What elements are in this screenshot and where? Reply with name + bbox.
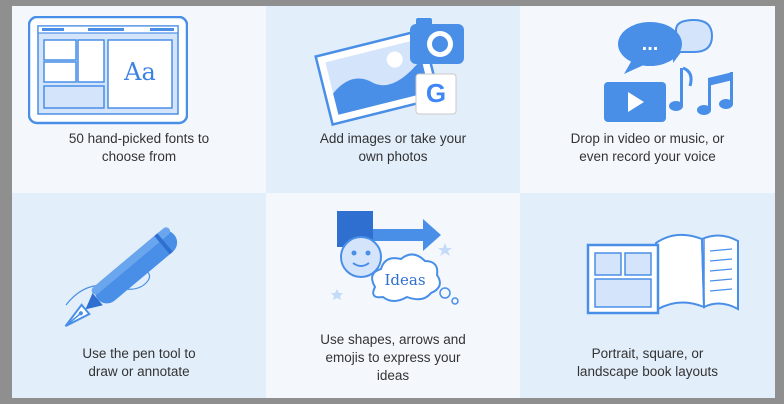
feature-card-shapes: Ideas Use shapes, arrows and emojis to e… [266, 193, 520, 398]
svg-text:Ideas: Ideas [384, 271, 425, 289]
feature-caption-shapes: Use shapes, arrows and emojis to express… [320, 332, 466, 383]
feature-grid: Aa 50 hand-picked fonts to choose from G… [12, 6, 775, 398]
feature-caption-media: Drop in video or music, or even record y… [570, 131, 725, 164]
feature-caption-pen: Use the pen tool to draw or annotate [82, 346, 196, 379]
feature-card-pen: Use the pen tool to draw or annotate [12, 193, 266, 398]
svg-text:Aa: Aa [123, 58, 156, 86]
svg-text:G: G [426, 78, 446, 108]
feature-card-fonts: Aa 50 hand-picked fonts to choose from [12, 6, 266, 193]
feature-caption-layouts: Portrait, square, or landscape book layo… [576, 346, 719, 379]
feature-card-images: G Add images or take your own photos [266, 6, 520, 193]
feature-card-layouts: Portrait, square, or landscape book layo… [520, 193, 775, 398]
book-layouts-icon [586, 233, 739, 315]
feature-caption-fonts: 50 hand-picked fonts to choose from [68, 131, 210, 164]
feature-caption-images: Add images or take your own photos [319, 131, 467, 164]
photo-camera-google-icon: G [314, 18, 464, 126]
fountain-pen-icon [64, 227, 178, 328]
svg-text:...: ... [642, 33, 659, 55]
fonts-window-icon: Aa [28, 16, 188, 125]
video-music-chat-icon: ... [604, 18, 733, 122]
feature-card-media: ... Drop in video or music, or even reco… [520, 6, 775, 193]
shapes-arrow-emoji-icon: Ideas [331, 211, 459, 305]
